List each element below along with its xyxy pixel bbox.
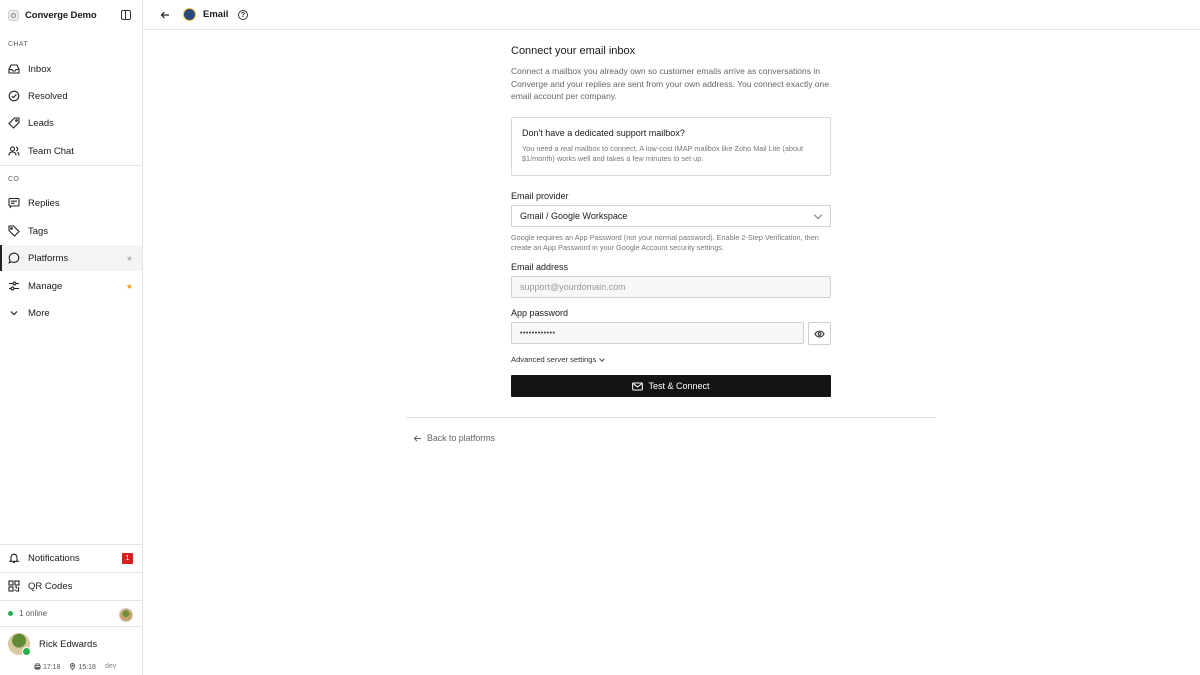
favorite-star-icon[interactable]: ★ <box>126 282 133 291</box>
email-connect-form: Connect your email inbox Connect a mailb… <box>511 45 831 397</box>
online-count: 1 online <box>19 609 48 618</box>
advanced-settings-label: Advanced server settings <box>511 355 597 364</box>
section-divider <box>406 417 936 418</box>
sidebar-item-label: Team Chat <box>28 145 74 157</box>
check-circle-icon <box>8 90 20 102</box>
sidebar-item-more[interactable]: More <box>0 300 142 326</box>
sidebar-item-label: Platforms <box>28 252 69 264</box>
section-label-chat: CHAT <box>8 41 29 48</box>
back-link-label: Back to platforms <box>427 433 495 443</box>
chevron-down-icon <box>10 311 18 316</box>
help-icon[interactable]: ? <box>238 10 248 20</box>
footer-meta: 17:18 15:18 dev <box>34 663 116 671</box>
user-name: Rick Edwards <box>39 638 98 650</box>
email-placeholder: support@yourdomain.com <box>520 282 626 292</box>
info-callout-body: You need a real mailbox to connect. A lo… <box>522 144 804 163</box>
sidebar-item-notifications[interactable]: Notifications 1 <box>0 545 142 571</box>
email-label: Email address <box>511 262 569 272</box>
sidebar-item-qr-codes[interactable]: QR Codes <box>0 573 142 599</box>
qr-code-icon <box>8 580 20 592</box>
topbar: Email ? <box>143 0 1200 30</box>
sidebar-item-replies[interactable]: Replies <box>0 190 142 216</box>
email-platform-logo-icon <box>183 8 196 21</box>
arrow-left-icon <box>413 434 422 442</box>
workspace-logo-icon <box>8 9 19 21</box>
password-label: App password <box>511 308 569 318</box>
sidebar-item-resolved[interactable]: Resolved <box>0 83 142 109</box>
form-heading: Connect your email inbox <box>511 45 636 57</box>
sidebar-item-label: Tags <box>28 225 49 237</box>
app-password-input[interactable]: •••••••••••• <box>511 322 804 344</box>
message-circle-icon <box>8 252 20 264</box>
info-callout: Don't have a dedicated support mailbox? … <box>511 117 831 176</box>
provider-selected-value: Gmail / Google Workspace <box>520 211 628 221</box>
sidebar-item-platforms[interactable]: Platforms ★ <box>0 245 142 271</box>
email-address-input[interactable]: support@yourdomain.com <box>511 276 831 298</box>
show-password-button[interactable] <box>808 322 831 345</box>
back-to-platforms-link[interactable]: Back to platforms <box>413 433 495 443</box>
sidebar: Converge Demo CHAT Inbox Resolved Leads … <box>0 0 143 675</box>
sidebar-item-team-chat[interactable]: Team Chat <box>0 138 142 164</box>
password-value: •••••••••••• <box>520 329 556 337</box>
favorite-star-icon[interactable]: ★ <box>126 254 133 263</box>
sidebar-item-label: Resolved <box>28 90 68 102</box>
sidebar-toggle-icon[interactable] <box>121 10 131 20</box>
location-pin-icon <box>70 663 76 671</box>
provider-hint: Google requires an App Password (not you… <box>511 233 819 252</box>
test-connect-label: Test & Connect <box>648 381 710 391</box>
reply-icon <box>8 197 20 209</box>
sidebar-item-leads[interactable]: Leads <box>0 110 142 136</box>
sidebar-item-label: QR Codes <box>28 580 73 592</box>
sidebar-item-tags[interactable]: Tags <box>0 218 142 244</box>
sliders-icon <box>9 281 19 291</box>
printer-icon <box>34 663 41 670</box>
section-label-co: CO <box>8 176 20 183</box>
meta-time-2-label: 15:18 <box>78 664 96 671</box>
online-dot-icon <box>8 611 13 616</box>
notification-count-badge: 1 <box>122 552 133 564</box>
online-user-avatar[interactable] <box>119 608 133 622</box>
bell-icon <box>8 553 20 564</box>
users-icon <box>8 146 20 156</box>
version-time-2: 15:18 <box>69 663 96 671</box>
tag-icon <box>8 117 20 129</box>
back-arrow-icon[interactable] <box>159 9 171 21</box>
sidebar-item-label: Replies <box>28 197 60 209</box>
version-time-1: 17:18 <box>34 663 60 671</box>
sidebar-divider <box>0 626 142 627</box>
meta-time-1-label: 17:18 <box>42 664 61 671</box>
form-description: Connect a mailbox you already own so cus… <box>511 66 829 101</box>
tag-icon <box>8 225 20 237</box>
sidebar-divider <box>0 600 142 601</box>
sidebar-item-label: Inbox <box>28 63 52 75</box>
info-callout-title: Don't have a dedicated support mailbox? <box>522 128 685 138</box>
sidebar-item-label: Manage <box>28 280 63 292</box>
inbox-icon <box>8 64 20 74</box>
provider-label: Email provider <box>511 191 569 201</box>
mail-icon <box>632 382 644 390</box>
sidebar-item-inbox[interactable]: Inbox <box>0 56 142 82</box>
environment-label: dev <box>104 663 117 670</box>
advanced-settings-toggle[interactable]: Advanced server settings <box>511 355 606 364</box>
avatar <box>8 633 31 656</box>
sidebar-item-manage[interactable]: Manage ★ <box>0 273 142 299</box>
eye-icon <box>814 330 825 337</box>
sidebar-item-label: Leads <box>28 117 54 129</box>
user-profile[interactable]: Rick Edwards <box>8 633 98 656</box>
workspace-name: Converge Demo <box>25 9 97 21</box>
sidebar-divider <box>0 165 142 166</box>
email-provider-select[interactable]: Gmail / Google Workspace <box>511 205 831 227</box>
sidebar-item-label: Notifications <box>28 552 80 564</box>
online-status[interactable]: 1 online <box>8 609 47 618</box>
test-connect-button[interactable]: Test & Connect <box>511 375 831 397</box>
page-title: Email <box>203 9 229 20</box>
chevron-down-icon <box>813 210 823 220</box>
sidebar-item-label: More <box>28 307 50 319</box>
chevron-down-icon <box>599 355 606 362</box>
workspace-switcher[interactable]: Converge Demo <box>0 0 143 30</box>
